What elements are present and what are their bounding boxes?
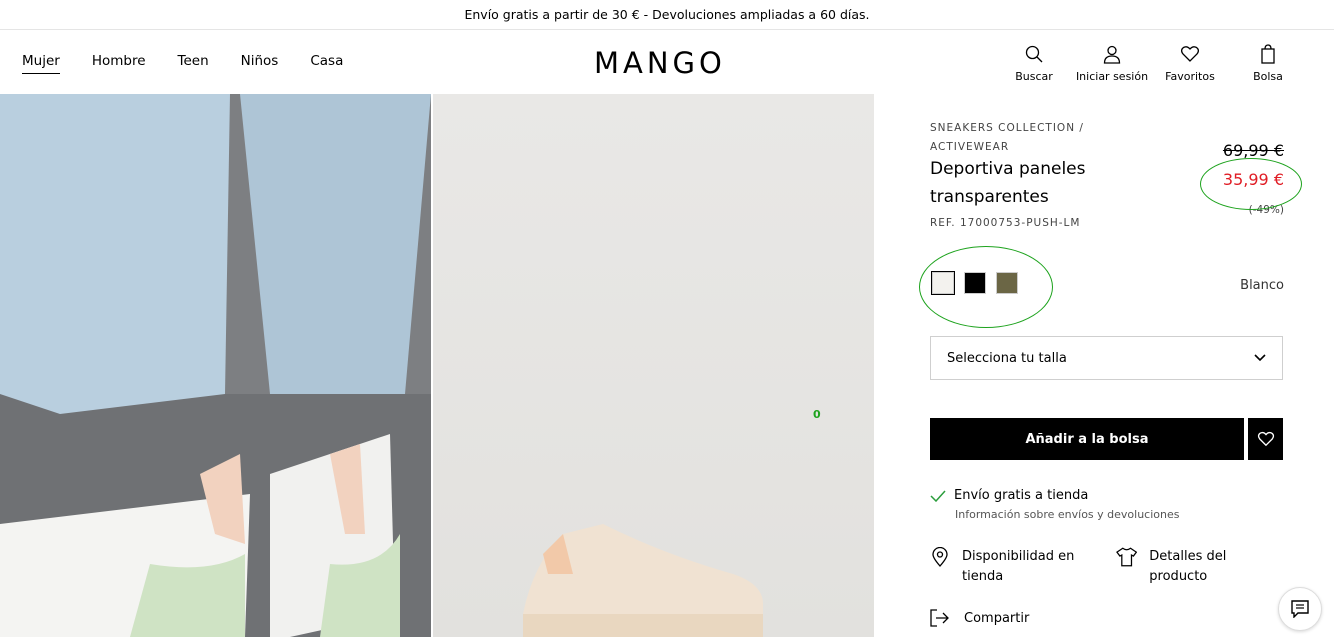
login-button[interactable]: Iniciar sesión: [1072, 44, 1152, 83]
chevron-down-icon: [1254, 354, 1266, 362]
product-image-side[interactable]: [433, 94, 874, 637]
overlay-counter: 0: [813, 408, 821, 421]
tshirt-icon: [1116, 547, 1138, 567]
user-icon: [1103, 45, 1121, 64]
product-collection[interactable]: SNEAKERS COLLECTION / ACTIVEWEAR: [930, 119, 1100, 157]
size-select-placeholder: Selecciona tu talla: [947, 350, 1067, 366]
bag-button[interactable]: Bolsa: [1228, 44, 1308, 83]
nav-item-ninos[interactable]: Niños: [241, 53, 279, 74]
shipping-info: Envío gratis a tienda: [930, 488, 1088, 503]
add-to-bag-button[interactable]: Añadir a la bolsa: [930, 418, 1244, 460]
share-icon: [930, 609, 949, 627]
search-label: Buscar: [1015, 70, 1053, 83]
main-nav: Mujer Hombre Teen Niños Casa: [22, 53, 343, 74]
login-label: Iniciar sesión: [1075, 70, 1149, 83]
store-availability-label: Disponibilidad en tienda: [962, 549, 1075, 584]
heart-icon: [1180, 46, 1200, 62]
nav-item-casa[interactable]: Casa: [310, 53, 343, 74]
search-icon: [1025, 45, 1043, 63]
product-ref: REF. 17000753-PUSH-LM: [930, 217, 1081, 229]
bag-label: Bolsa: [1253, 70, 1283, 83]
share-link[interactable]: Compartir: [930, 609, 1029, 627]
product-details-label: Detalles del producto: [1149, 549, 1227, 584]
nav-item-teen[interactable]: Teen: [178, 53, 209, 74]
promo-banner: Envío gratis a partir de 30 € - Devoluci…: [0, 0, 1334, 30]
nav-item-mujer[interactable]: Mujer: [22, 53, 60, 74]
check-icon: [930, 489, 946, 502]
location-pin-icon: [932, 547, 948, 567]
product-image-side-illustration: [523, 524, 763, 637]
share-label: Compartir: [964, 610, 1030, 626]
store-availability-link[interactable]: Disponibilidad en tienda: [930, 547, 1082, 587]
add-to-favorites-button[interactable]: [1248, 418, 1283, 460]
chat-button[interactable]: [1278, 587, 1322, 631]
annotation-circle-price: [1200, 158, 1302, 210]
shipping-label: Envío gratis a tienda: [954, 488, 1089, 503]
chat-icon: [1291, 600, 1309, 618]
favorites-button[interactable]: Favoritos: [1150, 44, 1230, 83]
search-button[interactable]: Buscar: [994, 44, 1074, 83]
selected-color-label: Blanco: [1240, 278, 1284, 293]
bag-icon: [1261, 44, 1275, 64]
product-image-worn-illustration: [0, 94, 431, 637]
annotation-circle-swatches: [919, 246, 1053, 328]
size-select[interactable]: Selecciona tu talla: [930, 336, 1283, 380]
mango-logo[interactable]: MANGO: [594, 46, 726, 80]
heart-icon: [1257, 431, 1274, 447]
shipping-info-link[interactable]: Información sobre envíos y devoluciones: [955, 508, 1180, 521]
product-image-worn[interactable]: [0, 94, 431, 637]
product-details-link[interactable]: Detalles del producto: [1116, 547, 1284, 587]
favorites-label: Favoritos: [1165, 70, 1215, 83]
nav-item-hombre[interactable]: Hombre: [92, 53, 146, 74]
product-title: Deportiva paneles transparentes: [930, 159, 1086, 207]
